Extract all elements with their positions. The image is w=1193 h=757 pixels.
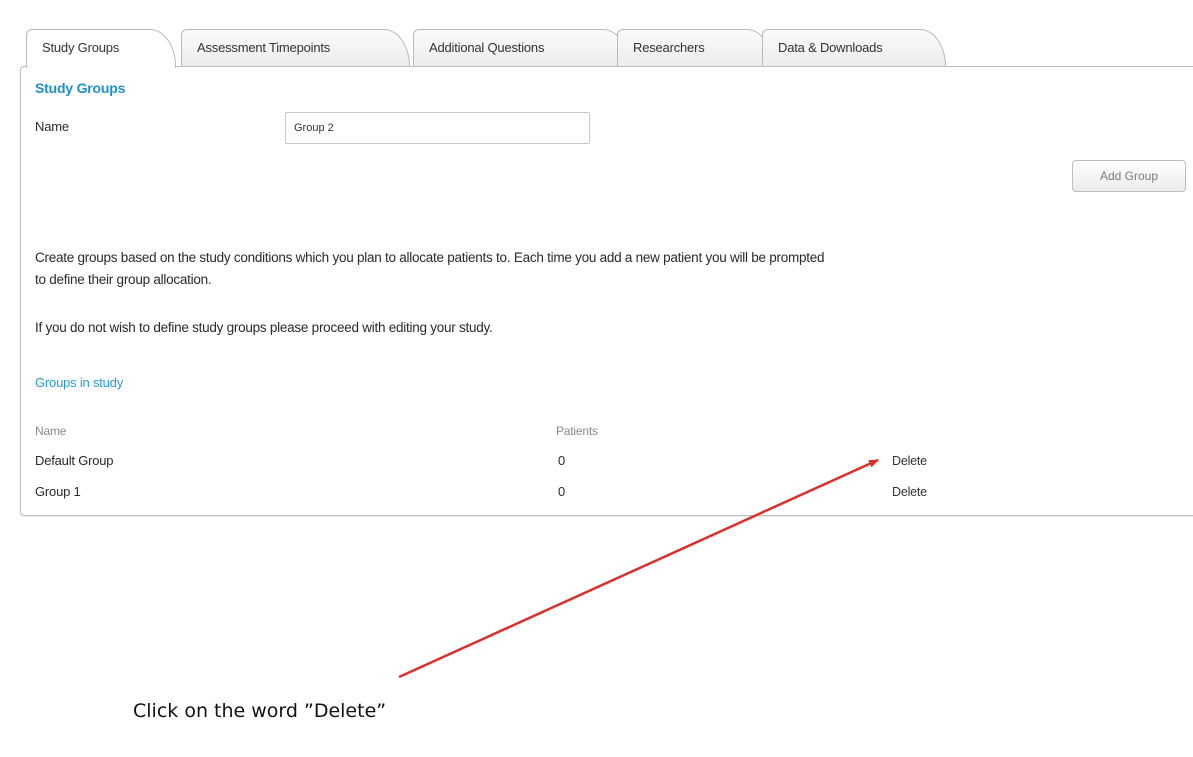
annotation-caption: Click on the word ”Delete” <box>133 700 387 722</box>
tab-bar: Study Groups Assessment Timepoints Addit… <box>26 29 1026 68</box>
screenshot-stage: Study Groups Assessment Timepoints Addit… <box>0 0 1193 757</box>
section-title: Study Groups <box>35 80 126 96</box>
tab-study-groups[interactable]: Study Groups <box>26 29 176 68</box>
tab-data-downloads[interactable]: Data & Downloads <box>762 29 946 66</box>
instruction-line-2: to define their group allocation. <box>35 272 212 287</box>
delete-group-1-link[interactable]: Delete <box>892 485 927 499</box>
instruction-line-1: Create groups based on the study conditi… <box>35 250 825 265</box>
tab-additional-questions[interactable]: Additional Questions <box>413 29 629 66</box>
tab-researchers[interactable]: Researchers <box>617 29 773 66</box>
name-label: Name <box>35 119 69 134</box>
tab-assessment-timepoints[interactable]: Assessment Timepoints <box>181 29 410 66</box>
group-name-input[interactable] <box>285 112 590 144</box>
group-row-patients: 0 <box>558 484 566 499</box>
instruction-line-3: If you do not wish to define study group… <box>35 320 493 335</box>
add-group-button[interactable]: Add Group <box>1072 160 1186 192</box>
delete-default-group-link[interactable]: Delete <box>892 454 927 468</box>
groups-in-study-title: Groups in study <box>35 375 124 390</box>
group-row-patients: 0 <box>558 453 566 468</box>
column-header-patients: Patients <box>556 424 598 438</box>
study-groups-panel: Study Groups Name Add Group Create group… <box>20 66 1193 516</box>
group-row-name: Default Group <box>35 453 114 468</box>
column-header-name: Name <box>35 424 67 438</box>
group-row-name: Group 1 <box>35 484 81 499</box>
